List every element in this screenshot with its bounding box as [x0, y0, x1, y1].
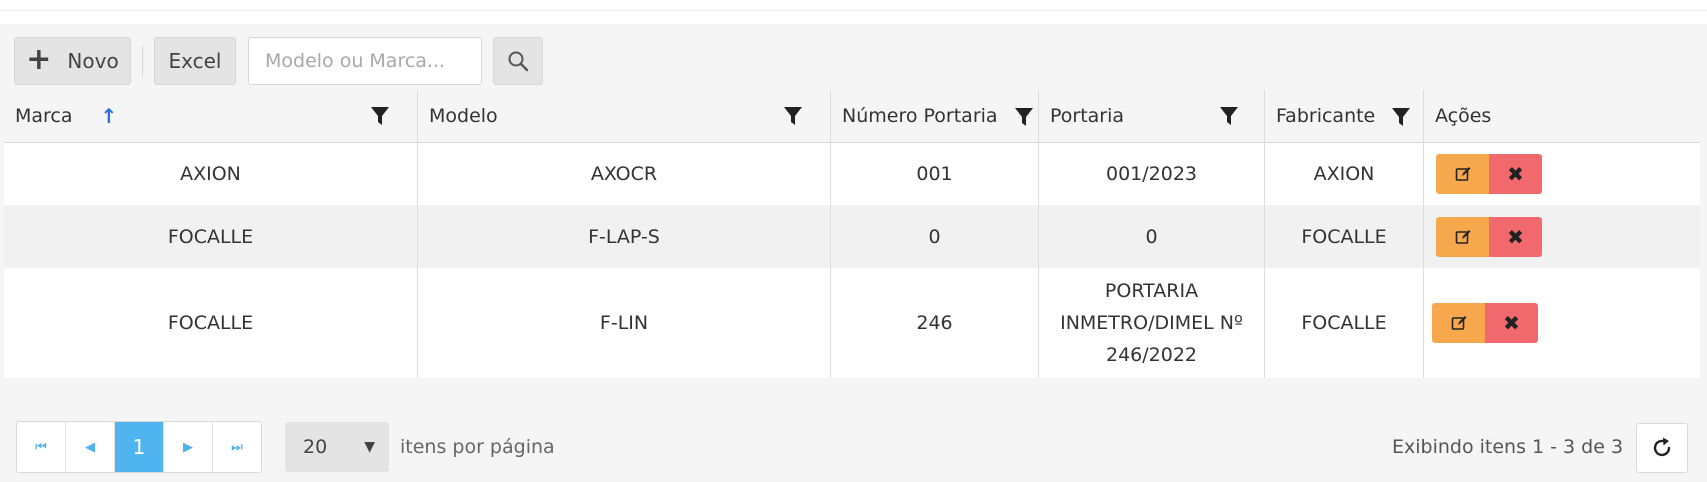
new-button-label: Novo [67, 49, 119, 73]
cell-portaria: 0 [1039, 205, 1265, 268]
cell-fabricante: FOCALLE [1265, 205, 1424, 268]
column-label: Marca [15, 105, 73, 127]
page-size-label: itens por página [400, 436, 555, 458]
close-icon: ✖ [1507, 162, 1524, 186]
edit-button[interactable] [1432, 303, 1485, 343]
grid-panel: + Novo Excel Marca ↑ Modelo [0, 24, 1707, 482]
prev-page-icon: ◀ [85, 439, 95, 455]
column-label: Portaria [1050, 105, 1125, 127]
cell-numero-portaria: 0 [831, 205, 1039, 268]
edit-icon [1455, 229, 1470, 244]
filter-icon[interactable] [370, 105, 390, 127]
page-size-value: 20 [303, 436, 328, 458]
table-body: AXION AXOCR 001 001/2023 AXION ✖ FOCALLE… [4, 143, 1700, 378]
column-header-numero-portaria[interactable]: Número Portaria [831, 90, 1039, 142]
cell-fabricante: FOCALLE [1265, 268, 1424, 378]
edit-icon [1455, 167, 1470, 181]
search-button[interactable] [493, 37, 543, 85]
pager-buttons: ⏮ ◀ 1 ▶ ⏭ [16, 421, 262, 473]
new-button[interactable]: + Novo [14, 37, 131, 85]
first-page-button[interactable]: ⏮ [17, 422, 66, 472]
cell-actions: ✖ [1424, 143, 1700, 205]
cell-numero-portaria: 246 [831, 268, 1039, 378]
page-number-button[interactable]: 1 [115, 422, 164, 472]
excel-button[interactable]: Excel [154, 37, 236, 85]
first-page-icon: ⏮ [35, 439, 47, 455]
column-label: Fabricante [1276, 105, 1376, 127]
filter-icon[interactable] [1219, 105, 1239, 127]
last-page-button[interactable]: ⏭ [213, 422, 261, 472]
delete-button[interactable]: ✖ [1485, 303, 1538, 343]
cell-actions: ✖ [1424, 268, 1700, 378]
cell-modelo: F-LIN [418, 268, 831, 378]
column-label: Número Portaria [842, 105, 998, 127]
next-page-icon: ▶ [183, 439, 193, 455]
toolbar: + Novo Excel [14, 36, 543, 86]
chevron-down-icon: ▼ [364, 439, 375, 455]
edit-button[interactable] [1436, 154, 1489, 194]
table-header: Marca ↑ Modelo Número Portaria Portaria [4, 90, 1700, 143]
table-row[interactable]: AXION AXOCR 001 001/2023 AXION ✖ [4, 143, 1700, 205]
cell-actions: ✖ [1424, 205, 1700, 268]
column-label: Ações [1435, 105, 1492, 127]
pagination: ⏮ ◀ 1 ▶ ⏭ 20 ▼ itens por página [16, 421, 555, 473]
column-label: Modelo [429, 105, 498, 127]
pager-info: Exibindo itens 1 - 3 de 3 [1392, 436, 1624, 458]
page-size-select[interactable]: 20 ▼ [285, 422, 389, 472]
cell-portaria: PORTARIA INMETRO/DIMEL Nº 246/2022 [1039, 268, 1265, 378]
filter-icon[interactable] [783, 105, 803, 127]
refresh-icon [1653, 437, 1671, 457]
cell-marca: FOCALLE [4, 268, 418, 378]
arrow-up-icon[interactable]: ↑ [101, 104, 118, 128]
delete-button[interactable]: ✖ [1489, 154, 1542, 194]
close-icon: ✖ [1507, 224, 1524, 249]
excel-button-label: Excel [168, 49, 222, 73]
refresh-button[interactable] [1636, 423, 1688, 473]
column-header-marca[interactable]: Marca ↑ [4, 90, 418, 142]
search-icon [508, 51, 529, 72]
table-row[interactable]: FOCALLE F-LAP-S 0 0 FOCALLE ✖ [4, 205, 1700, 268]
search-input[interactable] [248, 37, 482, 85]
cell-modelo: AXOCR [418, 143, 831, 205]
top-divider [0, 0, 1707, 11]
cell-numero-portaria: 001 [831, 143, 1039, 205]
edit-icon [1451, 316, 1466, 330]
edit-button[interactable] [1436, 216, 1489, 257]
cell-portaria: 001/2023 [1039, 143, 1265, 205]
cell-marca: FOCALLE [4, 205, 418, 268]
cell-marca: AXION [4, 143, 418, 205]
column-header-modelo[interactable]: Modelo [418, 90, 831, 142]
table-row[interactable]: FOCALLE F-LIN 246 PORTARIA INMETRO/DIMEL… [4, 268, 1700, 378]
last-page-icon: ⏭ [231, 439, 243, 455]
plus-icon: + [26, 41, 52, 77]
filter-icon[interactable] [1391, 106, 1411, 128]
delete-button[interactable]: ✖ [1489, 216, 1542, 257]
column-header-portaria[interactable]: Portaria [1039, 90, 1265, 142]
column-header-fabricante[interactable]: Fabricante [1265, 90, 1424, 142]
prev-page-button[interactable]: ◀ [66, 422, 115, 472]
toolbar-separator [142, 45, 143, 77]
column-header-acoes: Ações [1424, 90, 1700, 142]
next-page-button[interactable]: ▶ [164, 422, 213, 472]
cell-fabricante: AXION [1265, 143, 1424, 205]
filter-icon[interactable] [1014, 106, 1034, 128]
close-icon: ✖ [1503, 311, 1520, 335]
cell-modelo: F-LAP-S [418, 205, 831, 268]
